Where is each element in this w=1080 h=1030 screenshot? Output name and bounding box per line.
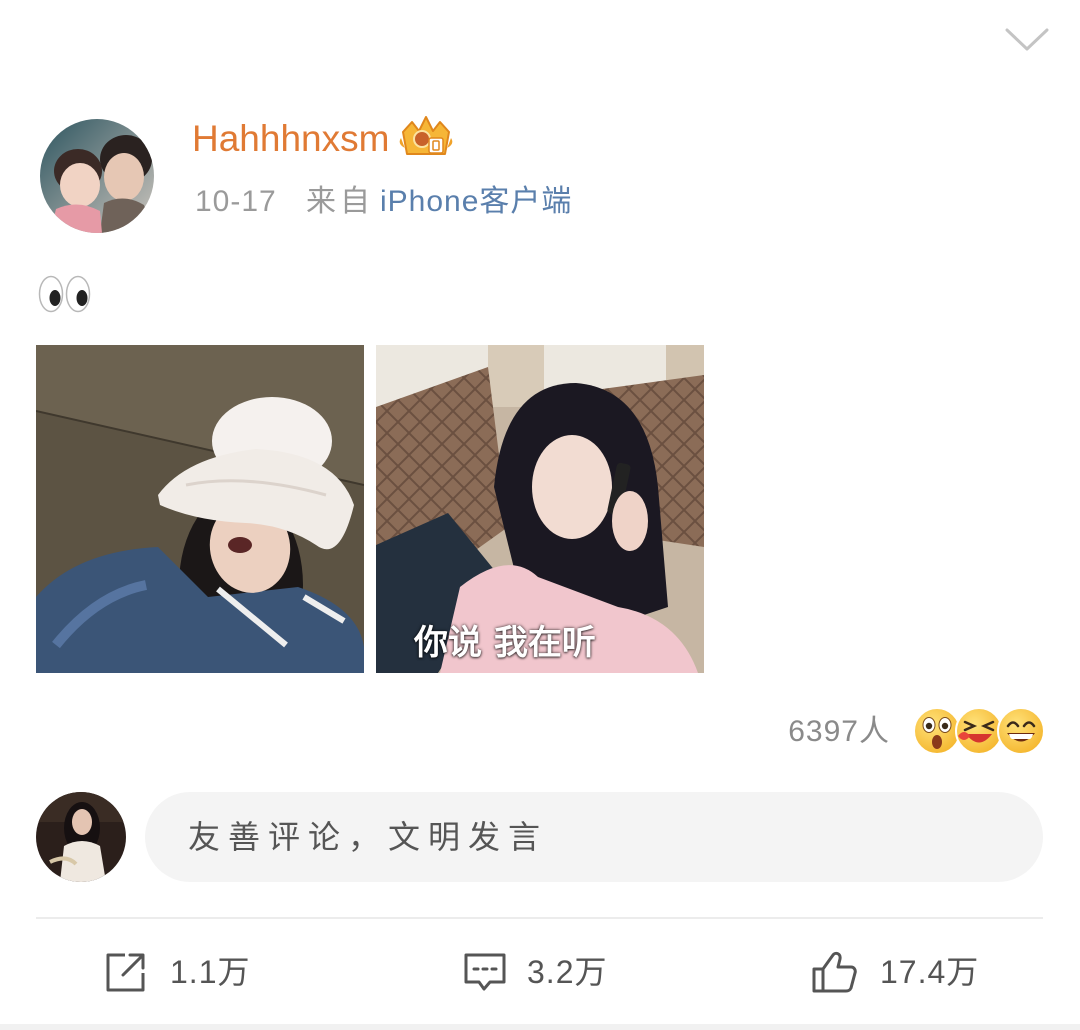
comment-icon[interactable] — [462, 950, 508, 994]
eyes-emoji-icon — [37, 274, 93, 314]
image-caption: 你说 我在听 — [414, 623, 596, 663]
crown-badge-icon[interactable] — [397, 114, 455, 160]
comment-count[interactable]: 3.2万 — [527, 952, 608, 992]
like-count[interactable]: 17.4万 — [880, 952, 979, 992]
like-icon[interactable] — [811, 950, 857, 994]
share-icon[interactable] — [103, 950, 149, 994]
post-image-1[interactable] — [36, 345, 364, 673]
post-source-link[interactable]: iPhone客户端 — [380, 184, 572, 220]
reaction-count[interactable]: 6397人 — [788, 714, 890, 750]
weibo-post-card: Hahhhnxsm 10-17 来自 iPhone客户端 你说 我在听 6397… — [0, 0, 1080, 1030]
share-count[interactable]: 1.1万 — [170, 952, 251, 992]
comment-input[interactable] — [145, 792, 1043, 882]
divider — [36, 917, 1043, 919]
bottom-separator — [0, 1024, 1080, 1030]
author-name[interactable]: Hahhhnxsm — [192, 117, 389, 161]
post-image-2[interactable]: 你说 我在听 — [376, 345, 704, 673]
author-avatar[interactable] — [40, 119, 154, 233]
grinning-face-icon — [996, 706, 1046, 756]
post-source-prefix: 来自 — [306, 185, 374, 218]
chevron-down-icon[interactable] — [1004, 27, 1050, 53]
post-date: 10-17 — [195, 185, 277, 218]
reaction-emojis[interactable] — [912, 706, 1046, 756]
current-user-avatar[interactable] — [36, 792, 126, 882]
